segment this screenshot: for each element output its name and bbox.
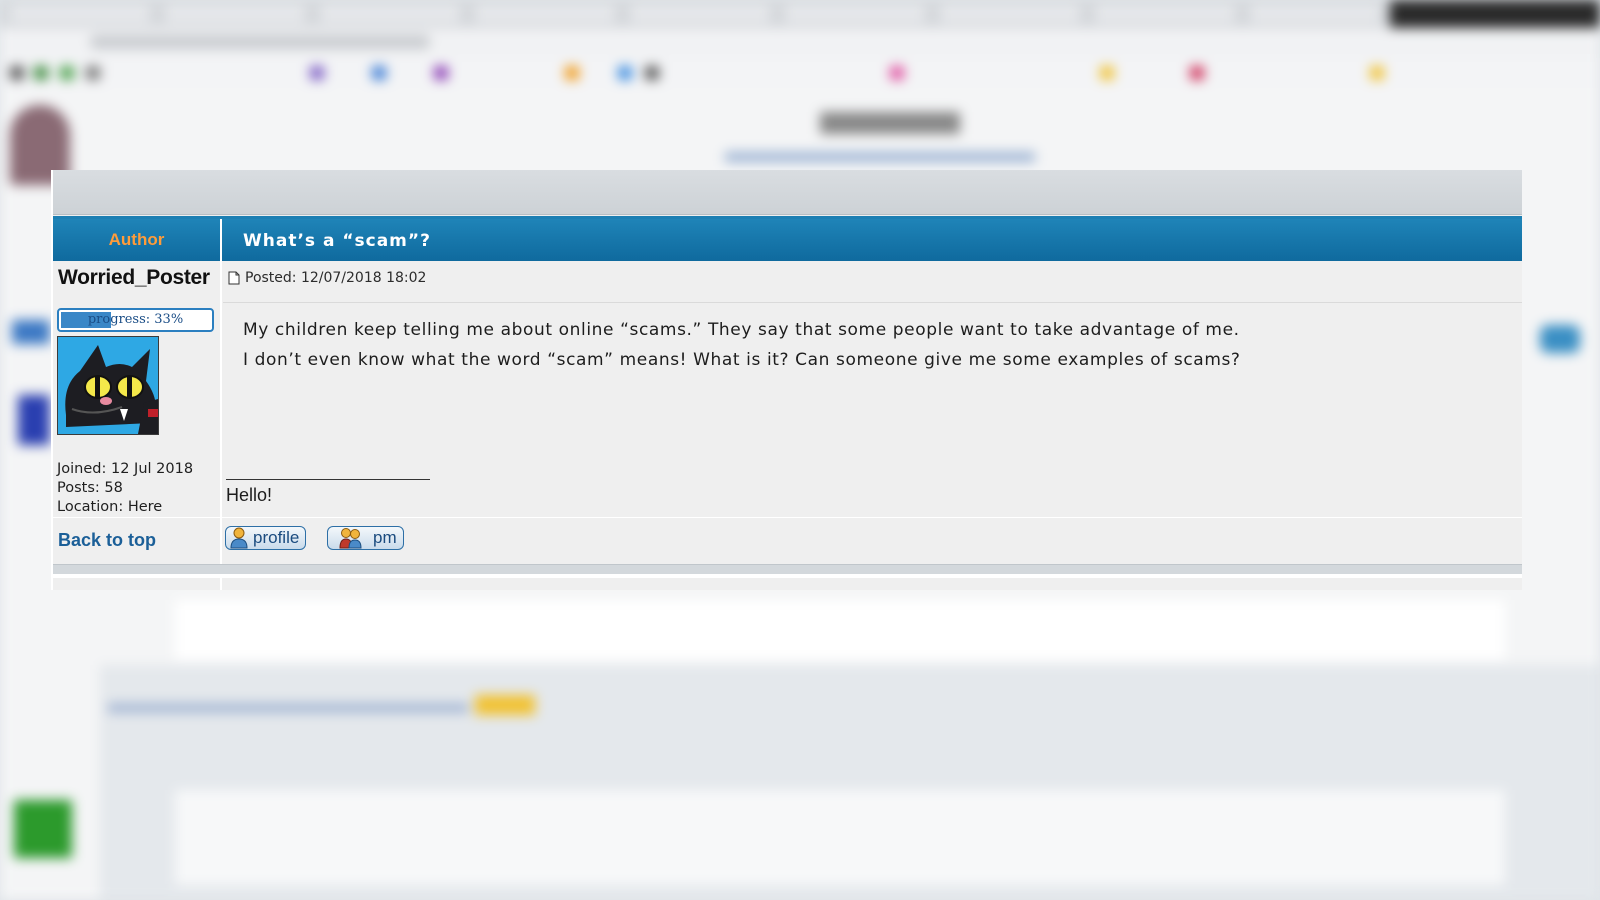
author-column-header: Author bbox=[108, 230, 165, 249]
pm-button-label: pm bbox=[373, 528, 397, 547]
progress-label: progress: 33% bbox=[87, 312, 184, 327]
back-to-top-link[interactable]: Back to top bbox=[58, 530, 156, 551]
user-location: Location: Here bbox=[57, 499, 163, 515]
post-count: Posts: 58 bbox=[57, 480, 123, 496]
panel-top-band bbox=[53, 170, 1522, 215]
browser-bookmarks-bar bbox=[0, 58, 1600, 88]
profile-button[interactable]: profile bbox=[225, 526, 307, 550]
username[interactable]: Worried_Poster bbox=[58, 266, 210, 290]
private-message-users-icon bbox=[339, 528, 362, 549]
user-profile-icon bbox=[230, 527, 248, 549]
post-body-line: My children keep telling me about online… bbox=[243, 320, 1240, 340]
post-body: My children keep telling me about online… bbox=[243, 315, 1493, 375]
column-divider bbox=[220, 219, 222, 590]
browser-tab-bar bbox=[0, 0, 1600, 28]
profile-button-label: profile bbox=[253, 528, 300, 547]
post-meta: Posted: 12/07/2018 18:02 bbox=[228, 270, 426, 286]
pm-button[interactable]: pm bbox=[327, 526, 404, 550]
progress-badge: progress: 33% bbox=[57, 308, 214, 332]
avatar bbox=[57, 336, 159, 435]
forum-post-panel: Author What’s a “scam”? Worried_Poster p… bbox=[51, 170, 1522, 590]
black-cat-avatar-icon bbox=[58, 337, 158, 434]
post-document-icon[interactable] bbox=[228, 271, 240, 285]
post-meta-divider bbox=[223, 302, 1522, 303]
posted-timestamp: Posted: 12/07/2018 18:02 bbox=[245, 270, 427, 286]
joined-date: Joined: 12 Jul 2018 bbox=[57, 461, 194, 477]
row-divider bbox=[53, 517, 1522, 518]
browser-address-bar bbox=[0, 28, 1600, 58]
panel-bottom-edge bbox=[53, 574, 1522, 578]
post-title: What’s a “scam”? bbox=[243, 231, 431, 251]
signature-divider bbox=[226, 479, 430, 480]
user-meta: Joined: 12 Jul 2018 Posts: 58 Location: … bbox=[57, 460, 193, 517]
signature: Hello! bbox=[226, 485, 273, 505]
post-body-line: I don’t even know what the word “scam” m… bbox=[243, 350, 1241, 370]
